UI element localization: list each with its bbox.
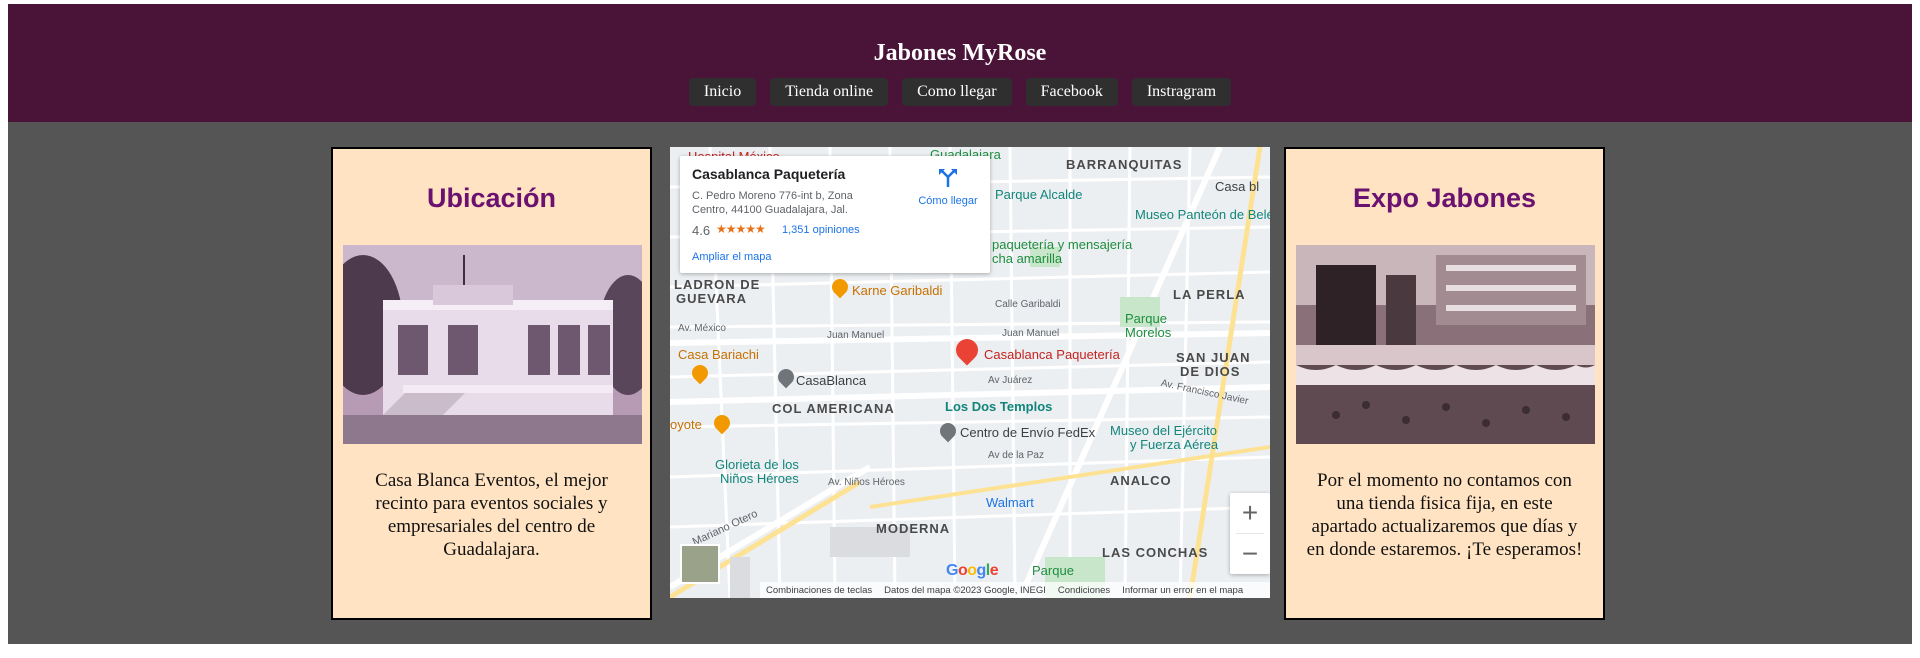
map-label-calle-garibaldi: Calle Garibaldi bbox=[995, 299, 1061, 310]
google-map[interactable]: Hospital México Guadalajara BARRANQUITAS… bbox=[670, 147, 1270, 598]
map-label-moderna: MODERNA bbox=[876, 521, 951, 536]
map-label-museo-ejercito-1: Museo del Ejército bbox=[1110, 423, 1217, 438]
map-label-av-ninos: Av. Niños Héroes bbox=[828, 477, 905, 488]
place-rating: 4.6 bbox=[692, 223, 711, 238]
location-card: Ubicación Casa Blanca Eventos, el mejor … bbox=[331, 147, 652, 620]
map-label-fedex: Centro de Envío FedEx bbox=[960, 425, 1096, 440]
map-label-cha-amarilla: cha amarilla bbox=[992, 251, 1063, 266]
map-label-casablanca: CasaBlanca bbox=[796, 373, 867, 388]
map-label-parque-morelos-2: Morelos bbox=[1125, 325, 1172, 340]
map-footer: Combinaciones de teclas Datos del mapa ©… bbox=[760, 582, 1270, 598]
place-reviews-link[interactable]: 1,351 opiniones bbox=[782, 224, 860, 236]
map-label-museo-ejercito-2: y Fuerza Aérea bbox=[1130, 437, 1219, 452]
casa-blanca-building-photo bbox=[343, 245, 642, 444]
map-label-la-perla: LA PERLA bbox=[1173, 287, 1246, 302]
map-label-museo-panteon: Museo Panteón de Belén bbox=[1135, 207, 1270, 222]
page-background: Jabones MyRose Inicio Tienda online Como… bbox=[8, 4, 1912, 644]
map-label-karne-garibaldi: Karne Garibaldi bbox=[852, 283, 943, 298]
map-label-av-de-la-paz: Av de la Paz bbox=[988, 450, 1044, 461]
main-nav: Inicio Tienda online Como llegar Faceboo… bbox=[8, 78, 1912, 106]
expo-card-title: Expo Jabones bbox=[1352, 183, 1537, 213]
nav-como-llegar-button[interactable]: Como llegar bbox=[902, 78, 1012, 106]
map-label-parque: Parque bbox=[1032, 563, 1074, 578]
expo-card-text: Por el momento no contamos con una tiend… bbox=[1306, 470, 1583, 560]
map-label-av-juarez: Av Juárez bbox=[988, 375, 1033, 386]
map-label-parque-morelos-1: Parque bbox=[1125, 311, 1167, 326]
map-label-guevara: GUEVARA bbox=[676, 291, 748, 306]
keyboard-shortcuts-link[interactable]: Combinaciones de teclas bbox=[766, 585, 872, 596]
enlarge-map-link[interactable]: Ampliar el mapa bbox=[692, 251, 771, 263]
map-label-san-juan-1: SAN JUAN bbox=[1176, 350, 1251, 365]
satellite-view-toggle[interactable] bbox=[680, 544, 720, 584]
location-card-text: Casa Blanca Eventos, el mejor recinto pa… bbox=[375, 470, 608, 560]
place-address: C. Pedro Moreno 776-int b, Zona Centro, … bbox=[692, 190, 853, 216]
map-label-glorieta-2: Niños Héroes bbox=[720, 471, 799, 486]
expo-card: Expo Jabones Por el momento no contamos … bbox=[1284, 147, 1605, 620]
directions-label: Cómo llegar bbox=[918, 195, 978, 207]
nav-instagram-button[interactable]: Instragram bbox=[1131, 78, 1232, 106]
map-label-juan-manuel-1: Juan Manuel bbox=[827, 330, 885, 341]
location-card-title: Ubicación bbox=[426, 183, 557, 213]
place-info-card: Casablanca Paquetería C. Pedro Moreno 77… bbox=[680, 156, 990, 273]
map-label-los-dos-templos: Los Dos Templos bbox=[945, 399, 1053, 414]
report-error-link[interactable]: Informar un error en el mapa bbox=[1122, 585, 1243, 596]
google-logo: Google bbox=[946, 562, 999, 579]
map-label-barranquitas: BARRANQUITAS bbox=[1066, 157, 1183, 172]
map-label-col-americana: COL AMERICANA bbox=[772, 401, 895, 416]
map-label-coyote: oyote bbox=[670, 417, 702, 432]
nav-inicio-button[interactable]: Inicio bbox=[688, 78, 757, 106]
zoom-out-button[interactable]: − bbox=[1230, 534, 1270, 574]
map-label-analco: ANALCO bbox=[1110, 473, 1172, 488]
map-label-parque-alcalde: Parque Alcalde bbox=[995, 187, 1083, 202]
map-label-walmart: Walmart bbox=[986, 495, 1034, 510]
map-data-attribution: Datos del mapa ©2023 Google, INEGI bbox=[884, 584, 1046, 596]
expo-stand-photo bbox=[1296, 245, 1595, 444]
nav-tienda-online-button[interactable]: Tienda online bbox=[770, 78, 889, 106]
place-name: Casablanca Paquetería bbox=[692, 166, 846, 182]
map-label-san-juan-2: DE DIOS bbox=[1180, 364, 1241, 379]
map-label-casablanca-paqueteria: Casablanca Paquetería bbox=[984, 347, 1120, 362]
site-title: Jabones MyRose bbox=[873, 40, 1047, 66]
map-label-av-mexico: Av. México bbox=[678, 323, 726, 334]
map-label-glorieta-1: Glorieta de los bbox=[715, 457, 799, 472]
zoom-in-button[interactable]: + bbox=[1230, 493, 1270, 533]
directions-icon bbox=[939, 169, 957, 187]
terms-link[interactable]: Condiciones bbox=[1058, 585, 1110, 596]
directions-button[interactable]: Cómo llegar bbox=[913, 168, 983, 207]
map-label-juan-manuel-2: Juan Manuel bbox=[1002, 328, 1060, 339]
map-label-ladron: LADRON DE bbox=[674, 277, 761, 292]
map-label-casa-bariachi: Casa Bariachi bbox=[678, 347, 759, 362]
zoom-control: + − bbox=[1230, 493, 1270, 574]
map-label-las-conchas: LAS CONCHAS bbox=[1102, 545, 1209, 560]
nav-facebook-button[interactable]: Facebook bbox=[1025, 78, 1118, 106]
map-label-paqueteria-mensajeria: paquetería y mensajería bbox=[992, 237, 1133, 252]
map-label-casa-bl: Casa bl bbox=[1215, 179, 1260, 194]
rating-stars-icon: ★★★★★ bbox=[716, 222, 766, 236]
site-header: Jabones MyRose Inicio Tienda online Como… bbox=[8, 4, 1912, 122]
